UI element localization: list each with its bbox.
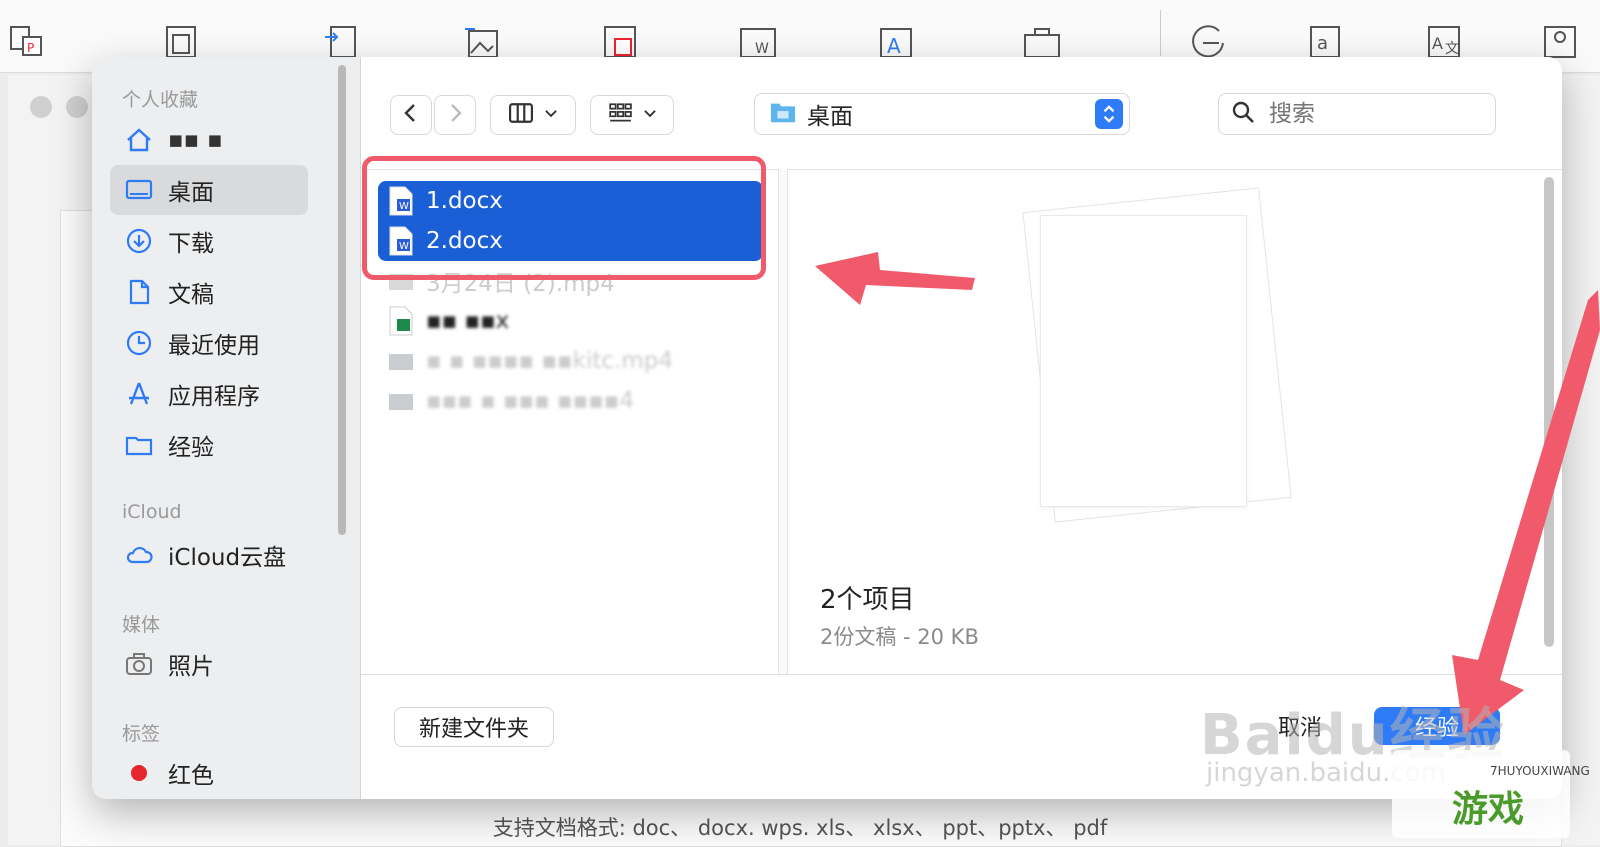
chevron-left-icon xyxy=(400,102,422,128)
sidebar-item-documents[interactable]: 文稿 xyxy=(110,267,308,317)
logo-text: 游戏 xyxy=(1452,789,1525,830)
sidebar-item-label: 红色 xyxy=(168,763,214,789)
sidebar-item-label: 文稿 xyxy=(168,282,214,308)
image-to-pdf-icon[interactable] xyxy=(600,22,640,60)
document-icon xyxy=(124,277,154,307)
preview-scrollbar[interactable] xyxy=(1544,177,1554,647)
file-name: ▪ ▪ ▪▪▪▪ ▪▪kitc.mp4 xyxy=(426,348,673,374)
sidebar: 个人收藏 ▪▪ ▪ 桌面 下载 文稿 最近使用 应用程序 经验 iCloud i… xyxy=(92,57,361,799)
selection-summary: 2份文稿 - 20 KB xyxy=(820,625,979,649)
file-row-spreadsheet[interactable]: ▪▪ ▪▪x xyxy=(378,301,763,341)
sidebar-item-jingyan[interactable]: 经验 xyxy=(110,420,308,470)
grid-icon xyxy=(606,101,634,129)
location-dropdown[interactable]: 桌面 xyxy=(754,93,1130,135)
camera-icon xyxy=(124,649,154,679)
sidebar-item-desktop[interactable]: 桌面 xyxy=(110,165,308,215)
cloud-icon xyxy=(124,540,154,570)
sidebar-item-home[interactable]: ▪▪ ▪ xyxy=(110,115,308,165)
video-file-icon xyxy=(388,346,414,376)
file-row-video[interactable]: ▪ ▪ ▪▪▪▪ ▪▪kitc.mp4 xyxy=(378,341,763,381)
sidebar-item-applications[interactable]: 应用程序 xyxy=(110,369,308,419)
search-icon xyxy=(1231,100,1255,128)
translate-icon[interactable]: A文 xyxy=(1424,22,1464,60)
desktop-folder-icon xyxy=(769,99,797,129)
open-file-dialog: 个人收藏 ▪▪ ▪ 桌面 下载 文稿 最近使用 应用程序 经验 iCloud i… xyxy=(92,57,1562,799)
pdf-to-doc-icon[interactable] xyxy=(162,22,202,60)
ocr-icon[interactable]: a xyxy=(1306,22,1346,60)
supported-formats-text: 支持文档格式: doc、 docx. wps. xls、 xlsx、 ppt、p… xyxy=(492,816,1108,840)
sidebar-item-label: 桌面 xyxy=(168,180,214,206)
search-field[interactable] xyxy=(1218,93,1496,135)
clock-icon xyxy=(124,328,154,358)
text-icon[interactable]: A xyxy=(876,22,916,60)
sidebar-item-tag-red[interactable]: 红色 xyxy=(110,748,308,798)
sidebar-item-photos[interactable]: 照片 xyxy=(110,639,308,689)
document-preview-front xyxy=(1040,215,1247,507)
tags-header: 标签 xyxy=(122,723,161,745)
search-input[interactable] xyxy=(1267,100,1471,128)
excel-file-icon xyxy=(388,306,414,336)
svg-text:A: A xyxy=(887,34,901,58)
image-insert-icon[interactable] xyxy=(462,22,502,60)
file-name: ▪▪▪ ▪ ▪▪▪ ▪▪▪▪4 xyxy=(426,388,635,414)
red-tag-dot-icon xyxy=(124,758,154,788)
sidebar-item-label: ▪▪ ▪ xyxy=(168,127,223,153)
window-minimize-dot[interactable] xyxy=(66,96,88,118)
view-mode-button[interactable] xyxy=(490,95,576,135)
sidebar-item-label: iCloud云盘 xyxy=(168,545,287,571)
image-to-word-icon[interactable]: W xyxy=(738,22,778,60)
logo-small-text: 7HUYOUXIWANG xyxy=(1490,764,1590,778)
svg-text:W: W xyxy=(755,41,769,57)
applications-icon xyxy=(124,379,154,409)
sidebar-item-label: 经验 xyxy=(168,435,214,461)
folder-icon xyxy=(124,430,154,460)
sidebar-item-label: 应用程序 xyxy=(168,384,260,410)
svg-text:文: 文 xyxy=(1445,41,1459,57)
desktop-icon xyxy=(124,175,154,205)
chevron-down-icon xyxy=(543,105,559,125)
back-button[interactable] xyxy=(390,95,432,135)
svg-text:P: P xyxy=(27,41,34,55)
compress-icon[interactable] xyxy=(1188,22,1228,60)
footer-divider xyxy=(360,674,1562,675)
svg-text:A: A xyxy=(1432,34,1443,53)
column-resize-handle[interactable] xyxy=(778,169,788,674)
video-file-icon xyxy=(388,386,414,416)
file-name: ▪▪ ▪▪x xyxy=(426,308,510,334)
svg-text:a: a xyxy=(1317,33,1328,54)
selection-count: 2个项目 xyxy=(820,585,915,615)
home-icon xyxy=(124,125,154,155)
download-icon xyxy=(124,226,154,256)
sidebar-item-downloads[interactable]: 下载 xyxy=(110,216,308,266)
sidebar-item-label: 照片 xyxy=(168,654,214,680)
preview-pane: 2个项目 2份文稿 - 20 KB xyxy=(790,169,1562,674)
sidebar-item-label: 最近使用 xyxy=(168,333,260,359)
sidebar-item-label: 下载 xyxy=(168,231,214,257)
toolbox-icon[interactable] xyxy=(1022,22,1062,60)
forward-button[interactable] xyxy=(434,95,476,135)
columns-view-icon xyxy=(507,101,535,129)
location-label: 桌面 xyxy=(807,104,853,130)
new-folder-button[interactable]: 新建文件夹 xyxy=(394,707,554,747)
selection-highlight-box xyxy=(362,156,766,280)
window-close-dot[interactable] xyxy=(30,96,52,118)
favorites-header: 个人收藏 xyxy=(122,89,199,111)
account-icon[interactable] xyxy=(1540,22,1580,60)
toolbar-separator xyxy=(1160,10,1161,56)
icloud-header: iCloud xyxy=(122,501,182,523)
site-logo: 7HUYOUXIWANG 游戏 xyxy=(1392,750,1590,838)
group-by-button[interactable] xyxy=(590,95,674,135)
file-row-video[interactable]: ▪▪▪ ▪ ▪▪▪ ▪▪▪▪4 xyxy=(378,381,763,421)
sidebar-item-icloud-drive[interactable]: iCloud云盘 xyxy=(110,530,308,580)
pdf-convert-icon[interactable] xyxy=(322,22,362,60)
media-header: 媒体 xyxy=(122,614,161,636)
sidebar-item-recents[interactable]: 最近使用 xyxy=(110,318,308,368)
chevron-down-icon xyxy=(642,105,658,125)
up-down-chevron-icon xyxy=(1095,99,1123,129)
pdf-to-ppt-icon[interactable]: P xyxy=(8,22,48,60)
sidebar-scrollbar[interactable] xyxy=(338,65,346,535)
chevron-right-icon xyxy=(444,102,466,128)
